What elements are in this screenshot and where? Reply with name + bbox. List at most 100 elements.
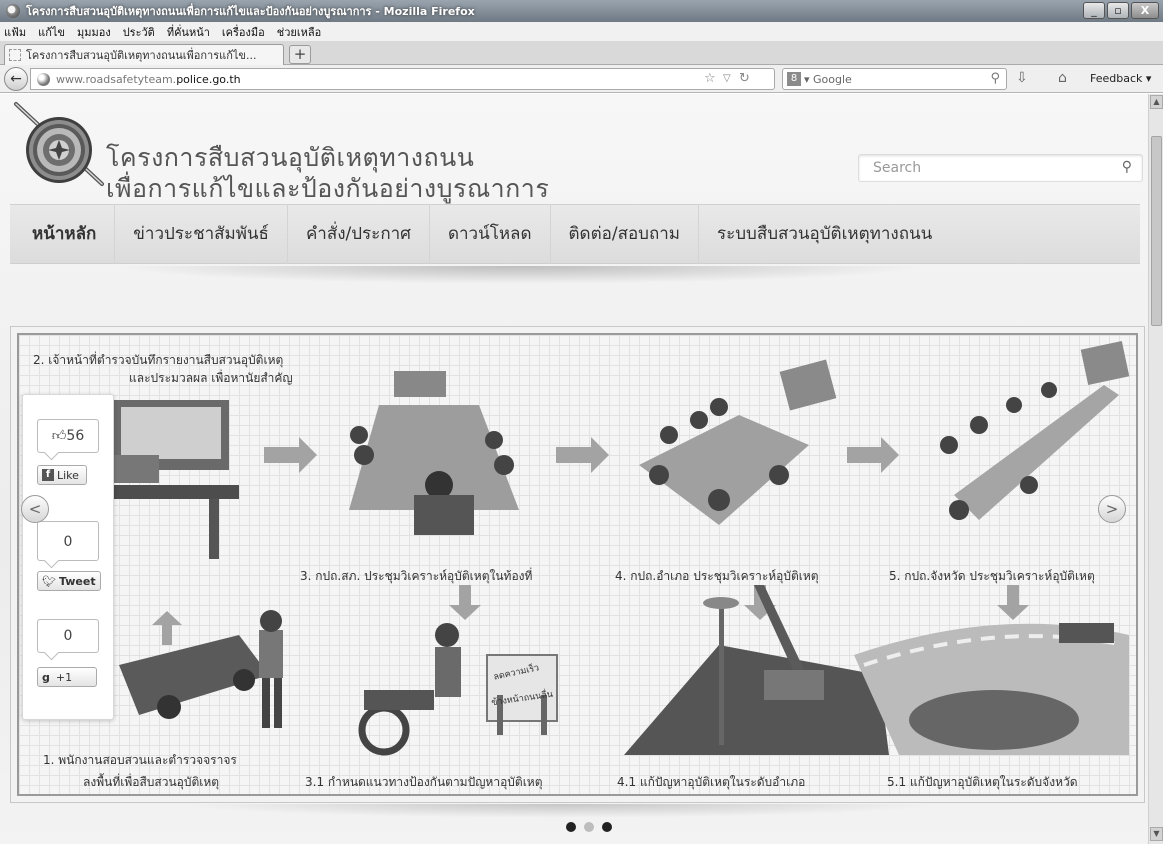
crash-scene-illustration <box>119 610 283 728</box>
step3-caption: 3. กปถ.สภ. ประชุมวิเคราะห์อุบัติเหตุในท้… <box>300 569 533 583</box>
tweet-count: 0 <box>63 534 73 550</box>
bookmark-star-icon[interactable]: ☆ <box>704 71 716 86</box>
back-button[interactable]: ← <box>4 67 28 91</box>
plus-one-count: 0 <box>63 628 73 644</box>
nav-download[interactable]: ดาวน์โหลด <box>430 204 551 264</box>
highway-illustration <box>854 623 1129 755</box>
site-title-line2: เพื่อการแก้ไขและป้องกันอย่างบูรณาการ <box>106 174 550 203</box>
step2-caption-line2: และประมวลผล เพื่อหานัยสำคัญ <box>129 371 293 385</box>
facebook-like-button[interactable]: f Like <box>37 465 87 485</box>
scrollbar-thumb[interactable] <box>1151 136 1162 326</box>
nav-investigation-system[interactable]: ระบบสืบสวนอุบัติเหตุทางถนน <box>699 204 950 264</box>
flow-arrows <box>152 437 1029 645</box>
site-identity-icon[interactable] <box>37 72 50 86</box>
menu-bookmarks[interactable]: ที่คั่นหน้า <box>167 23 210 41</box>
menu-history[interactable]: ประวัติ <box>123 23 155 41</box>
page-scrollbar[interactable]: ▲ ▼ <box>1148 94 1163 844</box>
window-titlebar: โครงการสืบสวนอุบัติเหตุทางถนนเพื่อการแก้… <box>0 0 1163 22</box>
slider-dot-3[interactable] <box>602 822 612 832</box>
step31-caption: 3.1 กำหนดแนวทางป้องกันตามปัญหาอุบัติเหตุ <box>305 775 543 789</box>
search-engine-label: ▾ Google <box>804 72 852 86</box>
plus-one-label: +1 <box>55 670 73 684</box>
tab-label: โครงการสืบสวนอุบัติเหตุทางถนนเพื่อการแก้… <box>26 49 257 62</box>
site-title: โครงการสืบสวนอุบัติเหตุทางถนน เพื่อการแก… <box>106 142 549 204</box>
step1-caption-line1: 1. พนักงานสอบสวนและตำรวจจราจร <box>43 753 237 767</box>
tweet-button[interactable]: 🐦︎ Tweet <box>37 571 101 591</box>
search-engine-icon[interactable]: 8 <box>787 72 801 86</box>
new-tab-button[interactable]: + <box>289 45 311 64</box>
site-title-line1: โครงการสืบสวนอุบัติเหตุทางถนน <box>106 143 475 172</box>
download-icon[interactable]: ⇩ <box>1016 70 1028 86</box>
facebook-icon: f <box>42 469 54 481</box>
maximize-button[interactable]: ▫ <box>1107 2 1129 19</box>
menu-help[interactable]: ช่วยเหลือ <box>277 23 321 41</box>
meeting-table-3 <box>349 371 519 535</box>
tweet-label: Tweet <box>58 574 96 588</box>
slider-dot-2[interactable] <box>584 822 594 832</box>
page-favicon-icon <box>9 49 21 61</box>
scroll-down-arrow-icon[interactable]: ▼ <box>1150 827 1163 841</box>
like-count: 56 <box>66 428 85 444</box>
like-label: Like <box>57 468 79 482</box>
site-search-input[interactable]: Search ⚲ <box>858 154 1143 182</box>
meeting-table-5 <box>940 341 1130 520</box>
slider-shadow <box>180 804 940 818</box>
scroll-up-arrow-icon[interactable]: ▲ <box>1150 95 1163 109</box>
nav-shadow <box>110 266 930 284</box>
search-icon[interactable]: ⚲ <box>990 71 1000 86</box>
google-plus-one-button[interactable]: g +1 <box>37 667 97 687</box>
slider-next-button[interactable]: > <box>1098 495 1126 523</box>
url-domain: police.go.th <box>176 72 241 86</box>
url-dropdown-icon[interactable]: ▽ <box>723 73 731 84</box>
url-host: www.roadsafetyteam. <box>56 72 177 86</box>
tab-bar: โครงการสืบสวนอุบัติเหตุทางถนนเพื่อการแก้… <box>0 41 1163 65</box>
slider-prev-button[interactable]: < <box>21 495 49 523</box>
site-search-placeholder: Search <box>873 160 922 176</box>
window-title: โครงการสืบสวนอุบัติเหตุทางถนนเพื่อการแก้… <box>26 5 475 18</box>
social-share-box: 👍︎56 f Like 0 🐦︎ Tweet 0 g +1 <box>22 394 114 720</box>
browser-search-bar[interactable]: 8 ▾ Google ⚲ <box>782 68 1007 90</box>
thumbs-up-icon: 👍︎ <box>51 428 67 444</box>
window-controls: _ ▫ X <box>1083 2 1159 19</box>
step41-caption: 4.1 แก้ปัญหาอุบัติเหตุในระดับอำเภอ <box>617 775 806 789</box>
step1-caption-line2: ลงพื้นที่เพื่อสืบสวนอุบัติเหตุ <box>83 775 220 789</box>
officer-sign-illustration <box>358 623 558 756</box>
step2-caption-line1: 2. เจ้าหน้าที่ตำรวจบันทึกรายงานสืบสวนอุบ… <box>33 353 284 367</box>
slider-pagination <box>566 822 612 832</box>
reload-icon[interactable]: ↻ <box>739 71 750 86</box>
firefox-icon <box>6 4 20 18</box>
close-button[interactable]: X <box>1131 2 1159 19</box>
nav-orders[interactable]: คำสั่ง/ประกาศ <box>288 204 430 264</box>
police-seal-logo <box>14 102 104 186</box>
tab-active[interactable]: โครงการสืบสวนอุบัติเหตุทางถนนเพื่อการแก้… <box>4 44 284 65</box>
nav-contact[interactable]: ติดต่อ/สอบถาม <box>551 204 699 264</box>
twitter-bird-icon: 🐦︎ <box>42 574 56 588</box>
menu-tools[interactable]: เครื่องมือ <box>222 23 265 41</box>
slider-dot-1[interactable] <box>566 822 576 832</box>
step5-caption: 5. กปถ.จังหวัด ประชุมวิเคราะห์อุบัติเหตุ <box>889 569 1095 583</box>
image-slider: 2. เจ้าหน้าที่ตำรวจบันทึกรายงานสืบสวนอุบ… <box>10 326 1145 803</box>
page-viewport: โครงการสืบสวนอุบัติเหตุทางถนน เพื่อการแก… <box>0 94 1148 844</box>
menu-bar: แฟ้ม แก้ไข มุมมอง ประวัติ ที่คั่นหน้า เค… <box>0 22 1163 41</box>
meeting-table-4 <box>639 359 837 525</box>
menu-view[interactable]: มุมมอง <box>77 23 111 41</box>
nav-home[interactable]: หน้าหลัก <box>10 204 116 264</box>
menu-edit[interactable]: แก้ไข <box>38 23 65 41</box>
minimize-button[interactable]: _ <box>1083 2 1105 19</box>
main-navigation: หน้าหลัก ข่าวประชาสัมพันธ์ คำสั่ง/ประกาศ… <box>10 204 1140 264</box>
home-icon[interactable]: ⌂ <box>1058 70 1067 86</box>
menu-file[interactable]: แฟ้ม <box>4 23 26 41</box>
address-bar[interactable]: www.roadsafetyteam. police.go.th ☆ ▽ ↻ <box>30 68 775 90</box>
nav-news[interactable]: ข่าวประชาสัมพันธ์ <box>115 204 288 264</box>
google-plus-icon: g <box>42 670 50 684</box>
tweet-count-bubble: 0 <box>37 521 99 561</box>
like-count-bubble: 👍︎56 <box>37 419 99 453</box>
step4-caption: 4. กปถ.อำเภอ ประชุมวิเคราะห์อุบัติเหตุ <box>615 569 819 583</box>
site-search-icon[interactable]: ⚲ <box>1122 159 1132 175</box>
slide-infographic: 2. เจ้าหน้าที่ตำรวจบันทึกรายงานสืบสวนอุบ… <box>17 333 1138 796</box>
navigation-toolbar: ← www.roadsafetyteam. police.go.th ☆ ▽ ↻ … <box>0 65 1163 93</box>
step51-caption: 5.1 แก้ปัญหาอุบัติเหตุในระดับจังหวัด <box>887 775 1078 789</box>
feedback-button[interactable]: Feedback ▾ <box>1090 72 1151 85</box>
plus-one-count-bubble: 0 <box>37 619 99 653</box>
infographic-illustration <box>59 341 1130 756</box>
